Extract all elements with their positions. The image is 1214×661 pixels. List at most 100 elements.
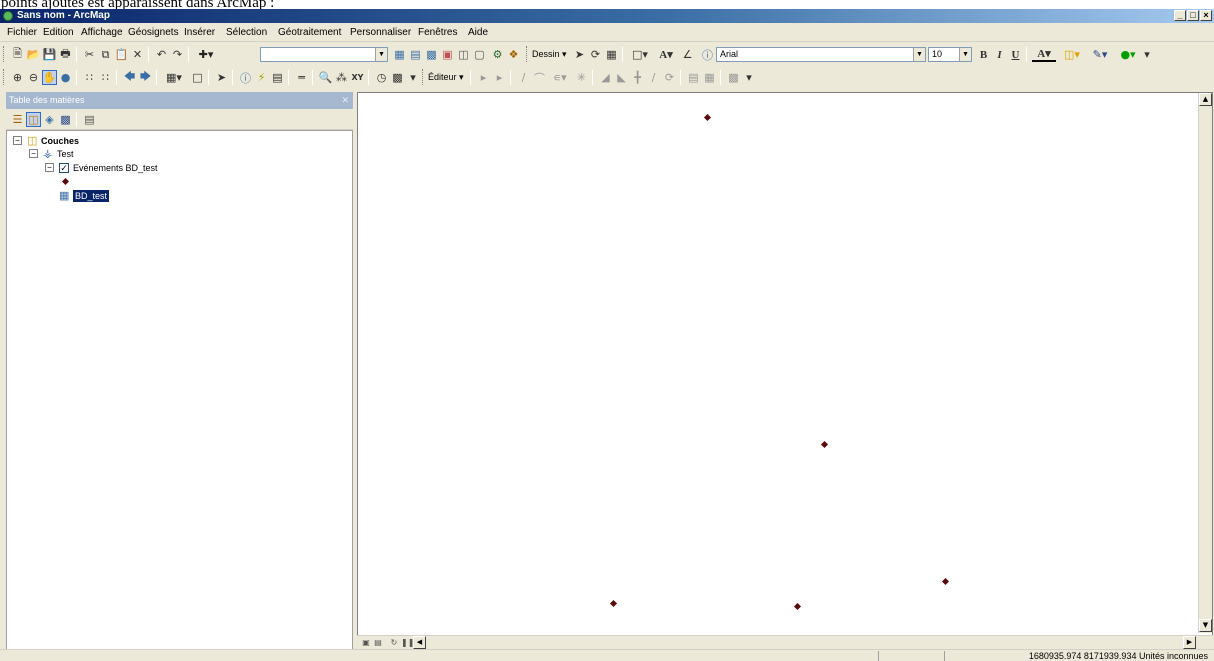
paste-icon[interactable]: 📋 [114,47,129,62]
map-view[interactable]: ▲ ▼ [357,92,1213,647]
collapse-icon[interactable]: − [13,136,22,145]
select-elements-icon[interactable]: ➤ [572,47,587,62]
search-window-icon[interactable]: ▣ [440,47,455,62]
font-size-combo[interactable]: 10 ▼ [928,47,972,62]
trace-icon[interactable]: ∊▾ [548,70,572,85]
endpoint-arc-icon[interactable]: ⌒ [532,70,547,85]
create-viewer-window-icon[interactable]: ▩ [390,70,405,85]
toolbar-grip[interactable] [3,46,6,62]
list-by-source-icon[interactable]: ◫ [26,112,41,127]
chevron-down-icon[interactable]: ▼ [913,48,925,61]
python-window-icon[interactable]: ▢ [472,47,487,62]
menu-fichier[interactable]: Fichier [7,27,37,38]
text-tool-icon[interactable]: A▾ [654,47,678,62]
add-data-icon[interactable]: ✚▾ [194,47,218,62]
new-document-icon[interactable]: 🗎 [10,47,25,62]
find-icon[interactable]: 🔍 [318,70,333,85]
menu-selection[interactable]: Sélection [226,27,267,38]
font-color-button[interactable]: A ▾ [1032,47,1056,62]
collapse-icon[interactable]: − [29,149,38,158]
go-to-xy-icon[interactable]: XY [350,70,365,85]
clear-selection-icon[interactable]: □ [190,70,205,85]
draw-menu[interactable]: Dessin ▾ [532,49,567,60]
chevron-down-icon[interactable]: ▼ [375,48,387,61]
menu-aide[interactable]: Aide [468,27,488,38]
straight-segment-icon[interactable]: ∕ [516,70,531,85]
edit-tool-icon[interactable]: ▸ [476,70,491,85]
collapse-icon[interactable]: − [45,163,54,172]
identify-icon[interactable]: ⓘ [238,70,253,85]
hyperlink-icon[interactable]: ⚡ [254,70,269,85]
redo-icon[interactable]: ↷ [170,47,185,62]
cut-polygons-icon[interactable]: ╋ [630,70,645,85]
toolbar-options-icon[interactable]: ▾ [1142,47,1152,62]
list-by-selection-icon[interactable]: ▩ [58,112,73,127]
layer-visibility-checkbox[interactable]: ✓ [59,163,69,173]
italic-button[interactable]: I [992,47,1007,62]
vertical-scrollbar[interactable]: ▲ ▼ [1198,93,1212,633]
cut-icon[interactable]: ✂ [82,47,97,62]
data-view-icon[interactable]: ▣ [361,637,371,648]
save-icon[interactable]: 💾 [42,47,57,62]
list-by-drawing-order-icon[interactable]: ☰ [10,112,25,127]
html-popup-icon[interactable]: ▤ [270,70,285,85]
point-icon[interactable]: ✳ [574,70,589,85]
scroll-down-icon[interactable]: ▼ [1199,619,1212,632]
toc-options-icon[interactable]: ▤ [82,112,97,127]
refresh-icon[interactable]: ↻ [389,637,399,648]
layout-view-icon[interactable]: ▤ [373,637,383,648]
menu-fenetres[interactable]: Fenêtres [418,27,457,38]
print-icon[interactable]: 🖶 [58,47,73,62]
time-slider-icon[interactable]: ◷ [374,70,389,85]
undo-icon[interactable]: ↶ [154,47,169,62]
minimize-button[interactable]: _ [1174,10,1186,21]
forward-extent-icon[interactable]: 🡆 [138,70,153,85]
rotate-icon[interactable]: ⟳ [588,47,603,62]
zoom-out-icon[interactable]: ⊖ [26,70,41,85]
select-elements-icon[interactable]: ➤ [214,70,229,85]
menu-affichage[interactable]: Affichage [81,27,123,38]
font-name-combo[interactable]: Arial ▼ [716,47,926,62]
map-point[interactable] [793,602,802,611]
find-route-icon[interactable]: ⁂ [334,70,349,85]
underline-button[interactable]: U [1008,47,1023,62]
map-scale-combo[interactable]: ▼ [260,47,388,62]
help-icon[interactable]: ❖ [506,47,521,62]
toolbar-options-icon[interactable]: ▾ [744,70,754,85]
menu-geotraitement[interactable]: Géotraitement [278,27,341,38]
menu-geosignets[interactable]: Géosignets [128,27,179,38]
map-point[interactable] [609,599,618,608]
bold-button[interactable]: B [976,47,991,62]
copy-icon[interactable]: ⧉ [98,47,113,62]
toc-close-icon[interactable]: ✕ [341,92,349,109]
menu-personnaliser[interactable]: Personnaliser [350,27,411,38]
marker-color-button[interactable]: ●▾ [1116,47,1140,62]
catalog-icon[interactable]: ▩ [424,47,439,62]
list-by-visibility-icon[interactable]: ◈ [42,112,57,127]
zoom-to-selected-icon[interactable]: ▦ [604,47,619,62]
restore-button[interactable]: □ [1187,10,1199,21]
editor-toolbar-icon[interactable]: ▦ [392,47,407,62]
scroll-left-icon[interactable]: ◀ [413,636,426,649]
table-of-contents-icon[interactable]: ▤ [408,47,423,62]
modelbuilder-icon[interactable]: ⚙ [490,47,505,62]
zoom-in-icon[interactable]: ⊕ [10,70,25,85]
menu-edition[interactable]: Edition [43,27,74,38]
rotate-icon[interactable]: ⟳ [662,70,677,85]
scroll-up-icon[interactable]: ▲ [1199,93,1212,106]
fixed-zoom-in-icon[interactable]: ∷ [82,70,97,85]
map-point[interactable] [941,577,950,586]
close-button[interactable]: × [1200,10,1212,21]
pause-drawing-icon[interactable]: ❚❚ [401,637,414,648]
editor-menu[interactable]: Éditeur ▾ [428,72,464,83]
create-features-icon[interactable]: ▩ [726,70,741,85]
back-extent-icon[interactable]: 🡄 [122,70,137,85]
delete-icon[interactable]: ✕ [130,47,145,62]
fill-color-button[interactable]: ◫▾ [1060,47,1084,62]
chevron-down-icon[interactable]: ▼ [959,48,971,61]
edit-annotation-icon[interactable]: ▸ [492,70,507,85]
rectangle-tool-icon[interactable]: □▾ [628,47,652,62]
select-features-icon[interactable]: ▦▾ [162,70,186,85]
sketch-properties-icon[interactable]: ▦ [702,70,717,85]
edit-vertices-icon[interactable]: ∠ [680,47,695,62]
